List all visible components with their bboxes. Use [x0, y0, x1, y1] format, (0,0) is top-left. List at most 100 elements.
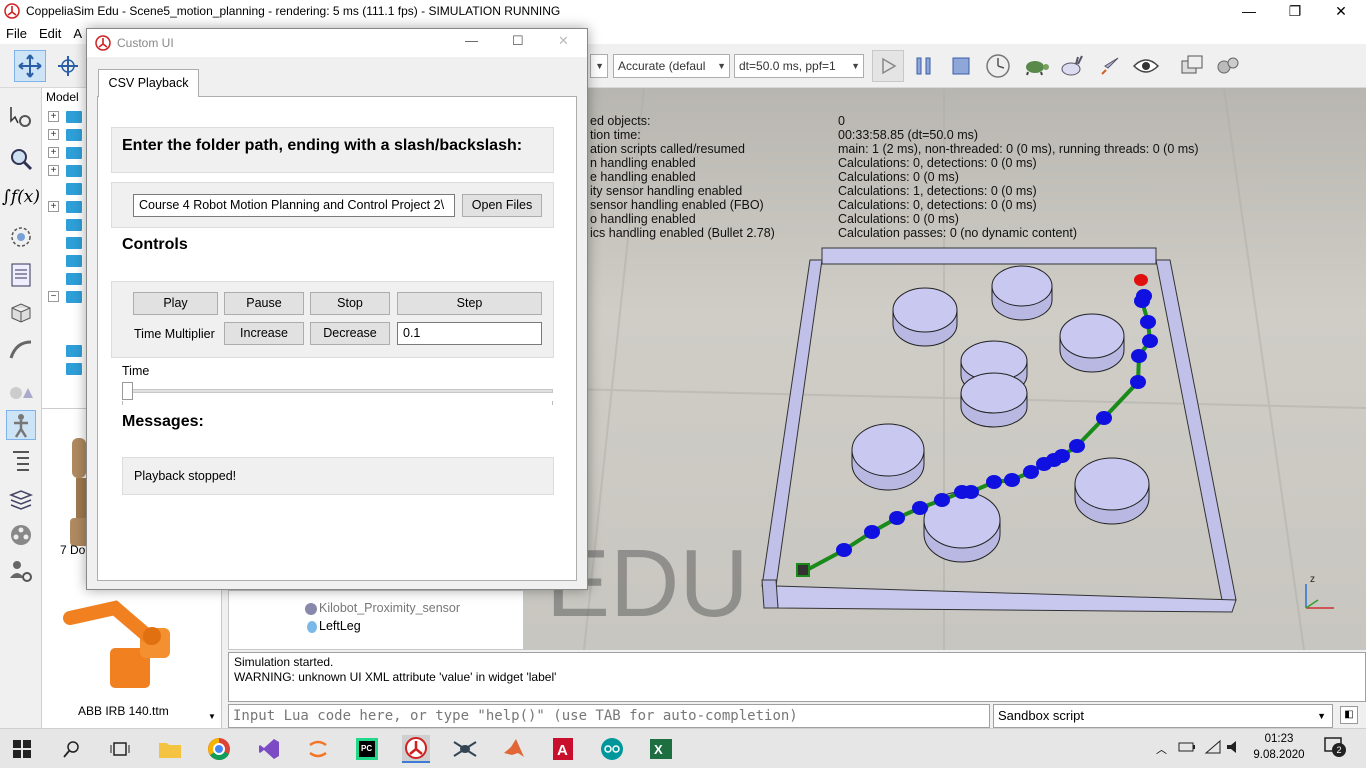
- drone-app[interactable]: [451, 735, 479, 763]
- model-browser-toggle[interactable]: [6, 410, 36, 440]
- engine-combo[interactable]: Accurate (defaul ▼: [613, 54, 730, 78]
- minimize-button[interactable]: —: [1226, 0, 1272, 22]
- page-selector-button[interactable]: [1176, 50, 1208, 82]
- task-view-button[interactable]: [106, 735, 134, 763]
- menu-file[interactable]: File: [0, 26, 33, 41]
- matlab-app[interactable]: [500, 735, 528, 763]
- maximize-button[interactable]: ❐: [1272, 0, 1318, 22]
- clock-date[interactable]: 9.08.2020: [1248, 749, 1310, 761]
- tab-csv-playback[interactable]: CSV Playback: [98, 69, 199, 97]
- volume-icon[interactable]: [1226, 740, 1244, 757]
- scene-selector-button[interactable]: [1212, 50, 1244, 82]
- step-button[interactable]: Step: [397, 292, 542, 315]
- play-button[interactable]: Play: [133, 292, 218, 315]
- pycharm-app[interactable]: PC: [353, 735, 381, 763]
- chrome-icon: [208, 738, 230, 760]
- threaded-rendering-button[interactable]: [1094, 50, 1126, 82]
- battery-icon[interactable]: [1178, 740, 1196, 757]
- script-selector[interactable]: Sandbox script ▼: [993, 704, 1333, 728]
- clock-time[interactable]: 01:23: [1256, 733, 1302, 745]
- path-edit-button[interactable]: [6, 334, 36, 364]
- function-icon: ∫f(x): [2, 187, 41, 207]
- hierarchy-item[interactable]: LeftLeg: [319, 619, 361, 633]
- tree-expander[interactable]: −: [48, 291, 59, 302]
- tree-expander[interactable]: +: [48, 111, 59, 122]
- dialog-maximize-button[interactable]: ☐: [512, 33, 524, 49]
- file-explorer-app[interactable]: [156, 735, 184, 763]
- waypoint-marker: [1054, 449, 1070, 463]
- wifi-icon[interactable]: [1204, 739, 1222, 758]
- zoom-button[interactable]: [6, 144, 36, 174]
- increase-button[interactable]: Increase: [224, 322, 304, 345]
- dialog-close-button[interactable]: ✕: [558, 33, 569, 49]
- show-hidden-icons[interactable]: ︿: [1156, 741, 1167, 757]
- arduino-app[interactable]: [598, 735, 626, 763]
- pause-simulation-button[interactable]: [908, 50, 940, 82]
- lua-command-input[interactable]: Input Lua code here, or type "help()" (u…: [228, 704, 990, 728]
- timestep-combo[interactable]: dt=50.0 ms, ppf=1 ▼: [734, 54, 864, 78]
- coppeliasim-app[interactable]: [402, 735, 430, 763]
- shape-edit-button[interactable]: [6, 298, 36, 328]
- 3d-viewport[interactable]: EDU z ed objects: tion time: ation scripts…: [524, 88, 1366, 650]
- calc-modules-button[interactable]: ∫f(x): [2, 182, 40, 212]
- console-options-button[interactable]: ◧: [1340, 706, 1358, 724]
- faster-button[interactable]: [1056, 50, 1088, 82]
- console-line: WARNING: unknown UI XML attribute 'value…: [234, 670, 557, 684]
- scroll-down-arrow[interactable]: ▼: [208, 712, 216, 721]
- pause-button[interactable]: Pause: [224, 292, 304, 315]
- camera-rotate-button[interactable]: [52, 50, 84, 82]
- visual-studio-app[interactable]: [255, 735, 283, 763]
- video-recorder-button[interactable]: [6, 520, 36, 550]
- time-slider-track[interactable]: [122, 389, 553, 393]
- decrease-button[interactable]: Decrease: [310, 322, 390, 345]
- user-settings-button[interactable]: [6, 556, 36, 586]
- notification-center-button[interactable]: 2: [1324, 737, 1346, 760]
- scripts-button[interactable]: [6, 260, 36, 290]
- jupyter-app[interactable]: [304, 735, 332, 763]
- primitives-button[interactable]: [6, 374, 36, 404]
- acrobat-app[interactable]: A: [549, 735, 577, 763]
- close-button[interactable]: ✕: [1318, 0, 1364, 22]
- menu-edit[interactable]: Edit: [33, 26, 67, 41]
- info-value: Calculation passes: 0 (no dynamic conten…: [838, 226, 1078, 240]
- tree-expander[interactable]: +: [48, 165, 59, 176]
- time-slider-handle[interactable]: [122, 382, 133, 400]
- tree-expander[interactable]: +: [48, 129, 59, 140]
- dialog-minimize-button[interactable]: —: [465, 33, 478, 48]
- camera-pan-button[interactable]: [14, 50, 46, 82]
- cylinder-obstacle: [892, 287, 958, 347]
- waypoint-marker: [1023, 465, 1039, 479]
- open-files-button[interactable]: Open Files: [462, 194, 542, 217]
- collections-button[interactable]: [6, 222, 36, 252]
- hierarchy-item[interactable]: Kilobot_Proximity_sensor: [319, 601, 460, 615]
- folder-icon: [66, 111, 82, 123]
- task-view-icon: [110, 742, 130, 756]
- start-button[interactable]: [8, 735, 36, 763]
- toolbar-combo-hidden[interactable]: ▼: [590, 54, 608, 78]
- scene-hierarchy-toggle[interactable]: [6, 446, 36, 476]
- waypoint-marker: [934, 493, 950, 507]
- tree-expander[interactable]: +: [48, 201, 59, 212]
- excel-app[interactable]: X: [647, 735, 675, 763]
- tree-expander[interactable]: +: [48, 147, 59, 158]
- search-button[interactable]: [58, 735, 86, 763]
- waypoint-marker: [1136, 289, 1152, 303]
- time-multiplier-input[interactable]: 0.1: [397, 322, 542, 345]
- layers-button[interactable]: [6, 484, 36, 514]
- start-simulation-button[interactable]: [872, 50, 904, 82]
- stop-button[interactable]: Stop: [310, 292, 390, 315]
- stop-simulation-button[interactable]: [945, 50, 977, 82]
- menu-add[interactable]: A: [67, 26, 88, 41]
- folder-path-input[interactable]: Course 4 Robot Motion Planning and Contr…: [133, 194, 455, 217]
- matlab-icon: [504, 739, 524, 757]
- abb-robot-thumbnail[interactable]: [60, 588, 190, 693]
- toggle-visualization-button[interactable]: [1130, 50, 1162, 82]
- slower-button[interactable]: [1020, 50, 1052, 82]
- folder-icon: [66, 345, 82, 357]
- realtime-button[interactable]: [982, 50, 1014, 82]
- simulation-settings-button[interactable]: [6, 102, 36, 132]
- chrome-app[interactable]: [205, 735, 233, 763]
- left-tool-strip: ∫f(x): [0, 88, 42, 728]
- clock-icon: [986, 54, 1010, 78]
- info-label: o handling enabled: [590, 212, 696, 226]
